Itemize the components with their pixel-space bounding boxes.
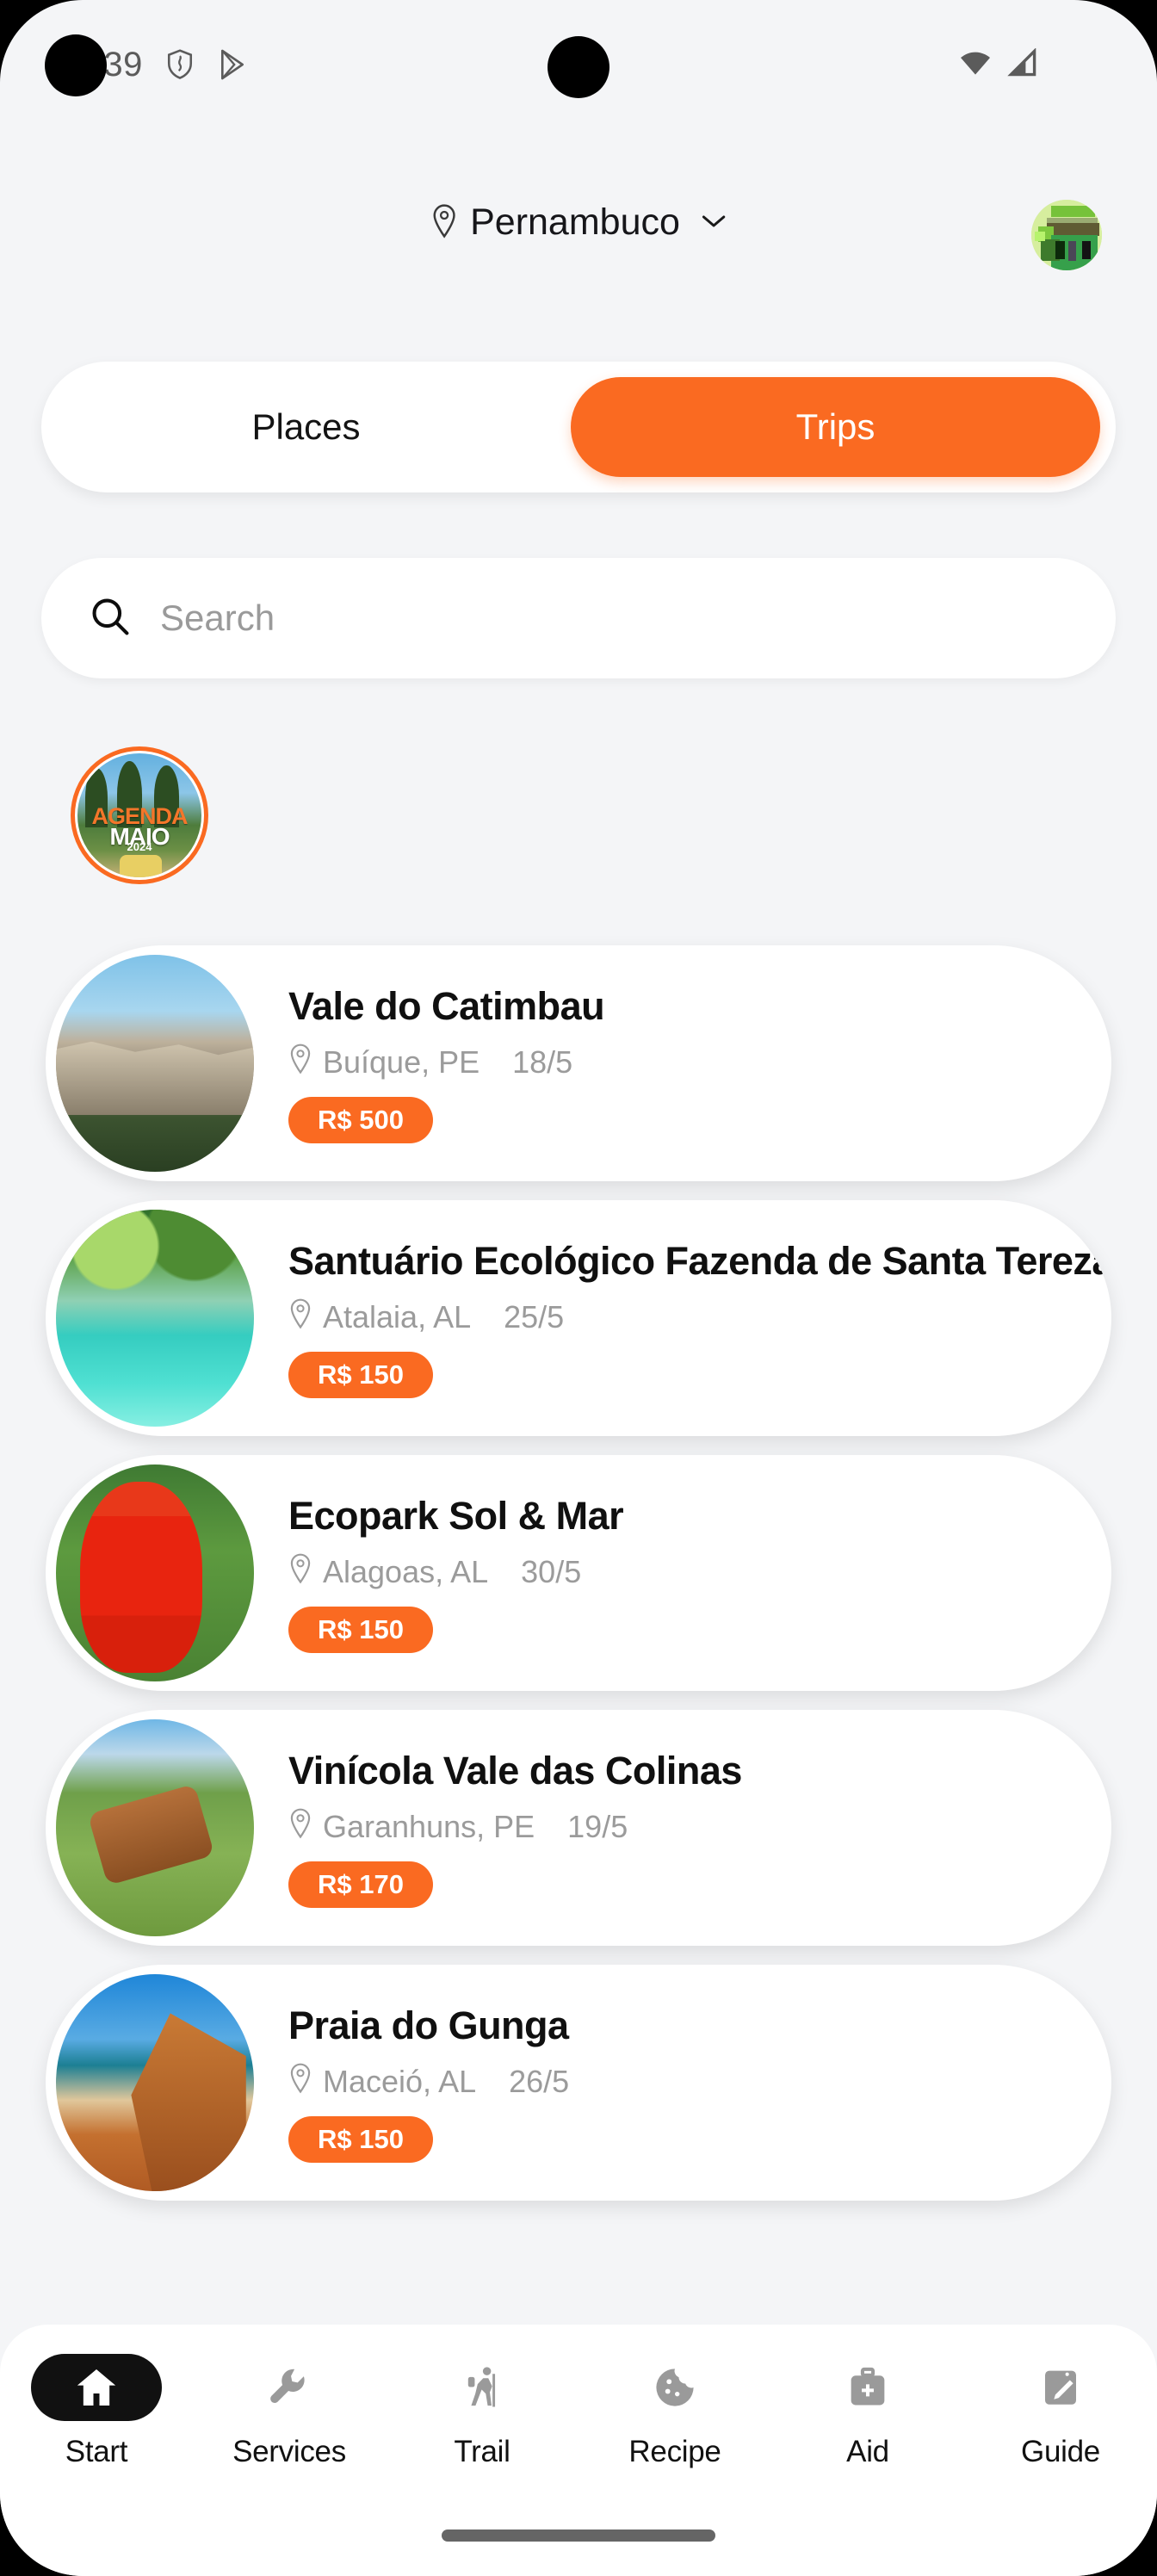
trip-info: Praia do Gunga Maceió, AL 26/5 R$ 150 <box>254 2003 1111 2163</box>
nav-label-services: Services <box>232 2435 346 2468</box>
hiking-icon <box>417 2354 548 2421</box>
nav-item-trail[interactable]: Trail <box>386 2354 578 2469</box>
clipboard-pencil-icon <box>995 2354 1126 2421</box>
table-row[interactable]: Ecopark Sol & Mar Alagoas, AL 30/5 R$ 15… <box>46 1455 1111 1691</box>
trip-location: Alagoas, AL <box>323 1554 489 1589</box>
nav-item-start[interactable]: Start <box>0 2354 193 2469</box>
trip-title: Vinícola Vale das Colinas <box>288 1748 742 1793</box>
nav-label-guide: Guide <box>1021 2435 1100 2468</box>
status-bar-right <box>957 46 1040 82</box>
nav-label-start: Start <box>65 2435 128 2468</box>
home-icon <box>31 2354 162 2421</box>
trip-thumbnail <box>56 1719 254 1936</box>
nav-label-trail: Trail <box>454 2435 510 2468</box>
search-input[interactable] <box>160 598 1067 639</box>
map-pin-icon <box>288 1297 312 1338</box>
trip-date: 18/5 <box>512 1044 573 1080</box>
trip-info: Vinícola Vale das Colinas Garanhuns, PE … <box>254 1749 1111 1908</box>
trip-meta: Garanhuns, PE 19/5 <box>288 1807 1077 1848</box>
trip-date: 19/5 <box>567 1809 628 1844</box>
trip-thumbnail <box>56 1464 254 1681</box>
trip-date: 30/5 <box>521 1554 582 1589</box>
nav-label-recipe: Recipe <box>628 2435 721 2468</box>
story-item[interactable]: AGENDA MAIO 2024 <box>71 746 208 884</box>
nav-item-guide[interactable]: Guide <box>964 2354 1157 2469</box>
cookie-icon <box>609 2354 740 2421</box>
shield-icon <box>165 48 195 81</box>
nav-item-recipe[interactable]: Recipe <box>578 2354 771 2469</box>
stories-row: AGENDA MAIO 2024 <box>0 734 1157 897</box>
trip-price-badge: R$ 150 <box>288 1351 433 1398</box>
tab-places[interactable]: Places <box>41 362 571 492</box>
map-pin-icon <box>288 1807 312 1848</box>
story-thumbnail: AGENDA MAIO 2024 <box>75 751 204 880</box>
app-header: Pernambuco <box>0 172 1157 353</box>
table-row[interactable]: Vinícola Vale das Colinas Garanhuns, PE … <box>46 1710 1111 1946</box>
play-store-icon <box>217 48 248 81</box>
home-indicator[interactable] <box>442 2530 715 2542</box>
table-row[interactable]: Santuário Ecológico Fazenda de Santa Ter… <box>46 1200 1111 1436</box>
camera-punch-hole-left <box>45 34 107 96</box>
trip-meta: Atalaia, AL 25/5 <box>288 1297 1111 1338</box>
location-selector[interactable]: Pernambuco <box>430 201 727 244</box>
trip-location: Garanhuns, PE <box>323 1809 535 1844</box>
medical-kit-icon <box>802 2354 933 2421</box>
map-pin-icon <box>288 1552 312 1593</box>
chevron-down-icon <box>701 213 727 232</box>
cellular-signal-icon <box>1005 46 1040 82</box>
trip-date: 26/5 <box>509 2064 570 2099</box>
trip-thumbnail <box>56 955 254 1172</box>
trip-location: Maceió, AL <box>323 2064 477 2099</box>
trip-title: Praia do Gunga <box>288 2003 569 2047</box>
story-line3: 2024 <box>127 839 152 853</box>
trip-title: Ecopark Sol & Mar <box>288 1493 624 1538</box>
trip-price-badge: R$ 150 <box>288 2115 433 2163</box>
search-bar[interactable] <box>41 558 1116 678</box>
trip-info: Vale do Catimbau Buíque, PE 18/5 R$ 500 <box>254 984 1111 1143</box>
trip-location: Buíque, PE <box>323 1044 480 1080</box>
avatar[interactable] <box>1031 200 1102 270</box>
location-label: Pernambuco <box>470 201 680 243</box>
trip-meta: Buíque, PE 18/5 <box>288 1043 1077 1083</box>
phone-frame: 1:39 Pernambuco Places Trips Search AGEN… <box>0 0 1157 2576</box>
trip-price-badge: R$ 500 <box>288 1096 433 1143</box>
camera-punch-hole-center <box>548 36 609 98</box>
tab-trips[interactable]: Trips <box>571 377 1100 477</box>
trip-meta: Maceió, AL 26/5 <box>288 2062 1077 2102</box>
map-pin-icon <box>430 203 458 242</box>
search-icon <box>90 596 131 641</box>
trip-title: Santuário Ecológico Fazenda de Santa Ter… <box>288 1238 1111 1283</box>
nav-item-services[interactable]: Services <box>193 2354 386 2469</box>
map-pin-icon <box>288 1043 312 1083</box>
trip-title: Vale do Catimbau <box>288 983 605 1028</box>
trip-info: Santuário Ecológico Fazenda de Santa Ter… <box>254 1239 1111 1398</box>
map-pin-icon <box>288 2062 312 2102</box>
bottom-navigation: Start Services Trail Recipe Aid Guide <box>0 2325 1157 2576</box>
table-row[interactable]: Vale do Catimbau Buíque, PE 18/5 R$ 500 <box>46 945 1111 1181</box>
trip-price-badge: R$ 150 <box>288 1606 433 1653</box>
trip-info: Ecopark Sol & Mar Alagoas, AL 30/5 R$ 15… <box>254 1494 1111 1653</box>
nav-label-aid: Aid <box>846 2435 889 2468</box>
wrench-icon <box>224 2354 355 2421</box>
table-row[interactable]: Praia do Gunga Maceió, AL 26/5 R$ 150 <box>46 1965 1111 2201</box>
trip-thumbnail <box>56 1974 254 2191</box>
trip-thumbnail <box>56 1210 254 1427</box>
wifi-icon <box>957 48 993 82</box>
trip-meta: Alagoas, AL 30/5 <box>288 1552 1077 1593</box>
app-screen: 1:39 Pernambuco Places Trips Search AGEN… <box>0 0 1157 2576</box>
story-buggy-shape <box>119 855 162 877</box>
trip-location: Atalaia, AL <box>323 1299 472 1334</box>
trip-price-badge: R$ 170 <box>288 1861 433 1908</box>
trip-date: 25/5 <box>504 1299 565 1334</box>
nav-item-aid[interactable]: Aid <box>771 2354 964 2469</box>
tab-switcher: Places Trips <box>41 362 1116 492</box>
trip-list: Vale do Catimbau Buíque, PE 18/5 R$ 500 <box>0 945 1157 2220</box>
